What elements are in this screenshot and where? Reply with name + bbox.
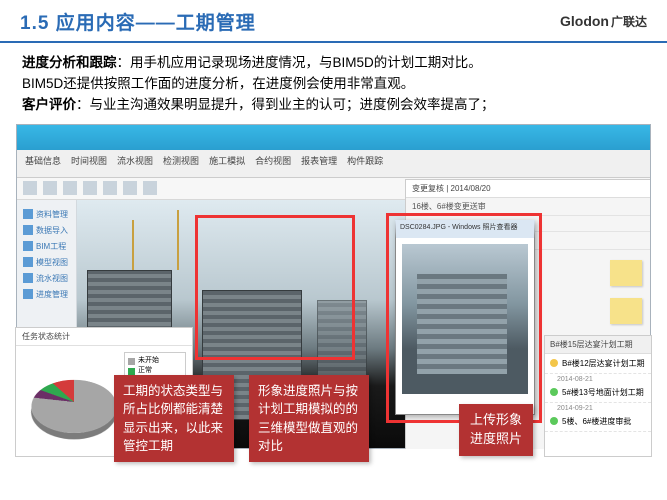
info-panel-header: 变更复核 | 2014/08/20 bbox=[406, 180, 650, 198]
pie-title: 任务状态统计 bbox=[16, 328, 192, 346]
task-date: 2014-08-21 bbox=[557, 376, 651, 383]
legend-label: 未开始 bbox=[138, 356, 159, 367]
sidebar-icon bbox=[23, 225, 33, 235]
desc-bold-3: 客户评价 bbox=[22, 97, 76, 112]
ribbon-tab[interactable]: 流水视图 bbox=[117, 154, 153, 173]
sidebar-item[interactable]: 模型视图 bbox=[23, 257, 70, 268]
pie-chart bbox=[24, 380, 125, 433]
ribbon-tab[interactable]: 构件跟踪 bbox=[347, 154, 383, 173]
sidebar-icon bbox=[23, 273, 33, 283]
desc-line-1: 进度分析和跟踪：用手机应用记录现场进度情况，与BIM5D的计划工期对比。 bbox=[22, 53, 645, 74]
highlight-box bbox=[195, 215, 355, 360]
desc-bold-1: 进度分析和跟踪 bbox=[22, 55, 117, 70]
sidebar-icon bbox=[23, 209, 33, 219]
sidebar-item[interactable]: BIM工程 bbox=[23, 241, 70, 252]
task-item[interactable]: B#楼12层达宴计划工期 bbox=[545, 354, 651, 374]
tool-icon[interactable] bbox=[143, 181, 157, 195]
task-date: 2014-09-21 bbox=[557, 405, 651, 412]
task-item[interactable]: 5#楼13号地面计划工期 bbox=[545, 383, 651, 403]
sidebar-item[interactable]: 数据导入 bbox=[23, 225, 70, 236]
status-dot-icon bbox=[550, 388, 558, 396]
crane-icon bbox=[132, 220, 134, 275]
sidebar-item[interactable]: 流水视图 bbox=[23, 273, 70, 284]
tool-icon[interactable] bbox=[103, 181, 117, 195]
ribbon-tab[interactable]: 时间视图 bbox=[71, 154, 107, 173]
task-label: B#楼12层达宴计划工期 bbox=[562, 358, 645, 369]
tool-icon[interactable] bbox=[63, 181, 77, 195]
ribbon-tab[interactable]: 合约视图 bbox=[255, 154, 291, 173]
sidebar-item[interactable]: 资料管理 bbox=[23, 209, 70, 220]
desc-text-3: ：与业主沟通效果明显提升，得到业主的认可；进度例会效率提高了； bbox=[76, 97, 495, 112]
task-panel-header: B#楼15层达宴汁划工期 bbox=[545, 336, 651, 354]
tool-icon[interactable] bbox=[23, 181, 37, 195]
callout-box: 形象进度照片与按计划工期模拟的的三维模型做直观的对比 bbox=[249, 375, 369, 462]
sidebar-label: 模型视图 bbox=[36, 257, 68, 268]
ribbon-tab[interactable]: 基础信息 bbox=[25, 154, 61, 173]
crane-icon bbox=[177, 210, 179, 270]
swatch-icon bbox=[128, 358, 135, 365]
task-list-panel: B#楼15层达宴汁划工期 B#楼12层达宴计划工期 2014-08-21 5#楼… bbox=[544, 335, 652, 457]
desc-line-3: 客户评价：与业主沟通效果明显提升，得到业主的认可；进度例会效率提高了； bbox=[22, 95, 645, 116]
sidebar-label: 资料管理 bbox=[36, 209, 68, 220]
desc-text-1: ：用手机应用记录现场进度情况，与BIM5D的计划工期对比。 bbox=[117, 55, 482, 70]
description-block: 进度分析和跟踪：用手机应用记录现场进度情况，与BIM5D的计划工期对比。 BIM… bbox=[0, 43, 667, 124]
task-label: 5#楼13号地面计划工期 bbox=[562, 387, 644, 398]
highlight-box bbox=[386, 213, 542, 423]
tool-icon[interactable] bbox=[43, 181, 57, 195]
callout-box: 工期的状态类型与所占比例都能清楚显示出来，以此来管控工期 bbox=[114, 375, 234, 462]
desc-line-2: BIM5D还提供按照工作面的进度分析，在进度例会使用非常直观。 bbox=[22, 74, 645, 95]
sidebar-icon bbox=[23, 289, 33, 299]
brand-logo: Glodon广联达 bbox=[560, 13, 647, 30]
task-item[interactable]: 5楼、6#楼进度审批 bbox=[545, 412, 651, 432]
tool-icon[interactable] bbox=[123, 181, 137, 195]
sidebar-label: 流水视图 bbox=[36, 273, 68, 284]
sticky-note-icon[interactable] bbox=[610, 260, 642, 286]
ribbon-tab[interactable]: 报表管理 bbox=[301, 154, 337, 173]
status-dot-icon bbox=[550, 417, 558, 425]
ribbon-tab[interactable]: 检测视图 bbox=[163, 154, 199, 173]
media-area: 基础信息 时间视图 流水视图 检测视图 施工模拟 合约视图 报表管理 构件跟踪 … bbox=[16, 124, 651, 454]
legend-row: 未开始 bbox=[128, 356, 182, 367]
sidebar-label: 进度管理 bbox=[36, 289, 68, 300]
slide-title: 1.5 应用内容——工期管理 bbox=[20, 8, 256, 35]
slide-header: 1.5 应用内容——工期管理 Glodon广联达 bbox=[0, 0, 667, 43]
sidebar-label: 数据导入 bbox=[36, 225, 68, 236]
app-titlebar bbox=[17, 125, 650, 150]
sidebar-item[interactable]: 进度管理 bbox=[23, 289, 70, 300]
tool-icon[interactable] bbox=[83, 181, 97, 195]
brand-cn: 广联达 bbox=[611, 15, 647, 29]
sidebar-icon bbox=[23, 241, 33, 251]
status-dot-icon bbox=[550, 359, 558, 367]
sticky-note-icon[interactable] bbox=[610, 298, 642, 324]
sidebar-icon bbox=[23, 257, 33, 267]
callout-box: 上传形象进度照片 bbox=[459, 404, 533, 456]
task-label: 5楼、6#楼进度审批 bbox=[562, 416, 631, 427]
swatch-icon bbox=[128, 368, 135, 375]
ribbon-tabs: 基础信息 时间视图 流水视图 检测视图 施工模拟 合约视图 报表管理 构件跟踪 bbox=[17, 150, 650, 178]
ribbon-tab[interactable]: 施工模拟 bbox=[209, 154, 245, 173]
brand-en: Glodon bbox=[560, 13, 609, 29]
sidebar-label: BIM工程 bbox=[36, 241, 66, 252]
